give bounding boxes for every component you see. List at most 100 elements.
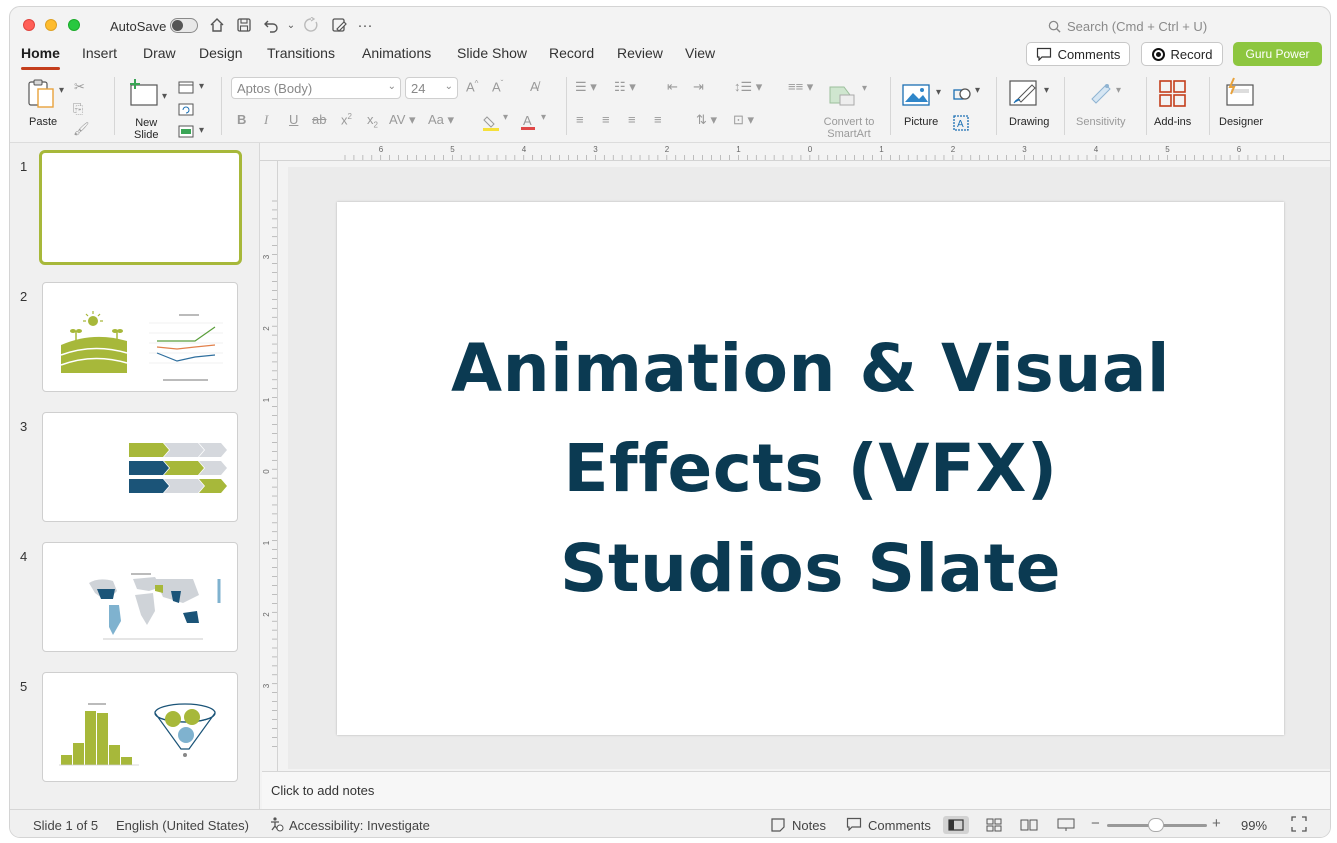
current-slide[interactable]: Animation & Visual Effects (VFX) Studios…	[337, 202, 1284, 735]
character-spacing-icon[interactable]: AV ▾	[389, 112, 416, 128]
smartart-dropdown-icon[interactable]: ▾	[862, 83, 867, 94]
decrease-font-icon[interactable]: Aˇ	[492, 79, 503, 94]
change-case-icon[interactable]: Aa ▾	[428, 112, 454, 128]
layout-icon[interactable]	[178, 81, 196, 98]
bullets-icon[interactable]: ☰ ▾	[575, 79, 597, 95]
font-size-select[interactable]: 24 ⌄	[405, 77, 458, 99]
paste-icon[interactable]	[25, 77, 57, 112]
tab-slide-show[interactable]: Slide Show	[457, 45, 527, 67]
text-box-icon[interactable]: A	[953, 115, 969, 134]
text-direction-icon[interactable]: ⇅ ▾	[696, 112, 717, 128]
save-icon[interactable]	[235, 16, 253, 34]
designer-icon[interactable]	[1224, 77, 1256, 112]
undo-dropdown-icon[interactable]: ⌄	[282, 16, 300, 34]
zoom-slider-handle[interactable]	[1148, 818, 1164, 832]
highlight-dropdown-icon[interactable]: ▾	[503, 112, 508, 123]
search-box[interactable]: Search (Cmd + Ctrl + U)	[1048, 19, 1207, 34]
numbering-icon[interactable]: ☷ ▾	[614, 79, 636, 95]
section-icon[interactable]	[178, 125, 196, 142]
new-slide-icon[interactable]	[127, 77, 159, 110]
shapes-icon[interactable]	[953, 85, 973, 106]
slide-show-button[interactable]	[1053, 816, 1079, 834]
sensitivity-icon[interactable]	[1086, 79, 1114, 110]
slide-title[interactable]: Animation & Visual Effects (VFX) Studios…	[431, 319, 1191, 619]
customize-toolbar-icon[interactable]	[330, 16, 348, 34]
autosave-toggle[interactable]	[170, 18, 198, 33]
font-color-icon[interactable]: A	[520, 113, 536, 134]
decrease-indent-icon[interactable]: ⇤	[667, 79, 678, 95]
smartart-icon[interactable]	[828, 83, 856, 110]
home-icon[interactable]	[208, 16, 226, 34]
underline-icon[interactable]: U	[289, 112, 298, 127]
slide-thumbnail-4[interactable]	[42, 542, 238, 652]
slide-thumbnail-2[interactable]	[42, 282, 238, 392]
increase-font-icon[interactable]: A^	[466, 79, 478, 94]
strikethrough-icon[interactable]: ab	[312, 112, 326, 127]
comments-toggle[interactable]: Comments	[868, 818, 931, 833]
format-painter-icon[interactable]: 🖌	[73, 121, 90, 137]
more-options-icon[interactable]: ···	[356, 16, 374, 34]
align-text-icon[interactable]: ⊡ ▾	[733, 112, 754, 128]
new-slide-dropdown-icon[interactable]: ▾	[162, 91, 167, 102]
slide-thumbnail-5[interactable]	[42, 672, 238, 782]
notes-pane[interactable]: Click to add notes	[262, 771, 1330, 809]
increase-indent-icon[interactable]: ⇥	[693, 79, 704, 95]
tab-view[interactable]: View	[685, 45, 715, 67]
cut-icon[interactable]: ✂	[74, 79, 85, 95]
accessibility-status[interactable]: Accessibility: Investigate	[289, 818, 430, 833]
highlight-icon[interactable]	[482, 115, 500, 134]
redo-icon[interactable]	[302, 16, 320, 34]
drawing-icon[interactable]	[1008, 77, 1040, 112]
columns-icon[interactable]: ≡≡ ▾	[788, 79, 813, 95]
shapes-dropdown-icon[interactable]: ▾	[975, 85, 980, 96]
language-status[interactable]: English (United States)	[116, 818, 249, 833]
clear-formatting-icon[interactable]: A̸	[530, 79, 539, 94]
slide-sorter-button[interactable]	[981, 816, 1007, 834]
zoom-out-icon[interactable]: −	[1091, 815, 1100, 832]
close-window-button[interactable]	[23, 19, 35, 31]
sensitivity-dropdown-icon[interactable]: ▾	[1116, 85, 1121, 96]
align-center-icon[interactable]: ≡	[602, 112, 610, 127]
record-button[interactable]: Record	[1141, 42, 1223, 66]
tab-review[interactable]: Review	[617, 45, 663, 67]
reading-view-button[interactable]	[1016, 816, 1042, 834]
align-right-icon[interactable]: ≡	[628, 112, 636, 127]
drawing-dropdown-icon[interactable]: ▾	[1044, 85, 1049, 96]
tab-animations[interactable]: Animations	[362, 45, 431, 67]
minimize-window-button[interactable]	[45, 19, 57, 31]
font-color-dropdown-icon[interactable]: ▾	[541, 112, 546, 123]
layout-dropdown-icon[interactable]: ▾	[199, 81, 204, 92]
maximize-window-button[interactable]	[68, 19, 80, 31]
justify-icon[interactable]: ≡	[654, 112, 662, 127]
picture-dropdown-icon[interactable]: ▾	[936, 87, 941, 98]
paste-dropdown-icon[interactable]: ▾	[59, 85, 64, 96]
picture-icon[interactable]	[902, 83, 932, 110]
tab-design[interactable]: Design	[199, 45, 243, 67]
subscript-icon[interactable]: x2	[367, 112, 378, 130]
zoom-in-icon[interactable]: +	[1212, 815, 1221, 832]
zoom-level[interactable]: 99%	[1241, 818, 1267, 833]
section-dropdown-icon[interactable]: ▾	[199, 125, 204, 136]
tab-insert[interactable]: Insert	[82, 45, 117, 67]
guru-power-button[interactable]: Guru Power	[1233, 42, 1322, 66]
align-left-icon[interactable]: ≡	[576, 112, 584, 127]
comments-button[interactable]: Comments	[1026, 42, 1130, 66]
bold-icon[interactable]: B	[237, 112, 246, 127]
fit-to-window-icon[interactable]	[1291, 816, 1307, 835]
italic-icon[interactable]: I	[264, 112, 268, 128]
add-ins-icon[interactable]	[1158, 79, 1188, 112]
tab-transitions[interactable]: Transitions	[267, 45, 335, 67]
slide-thumbnail-3[interactable]	[42, 412, 238, 522]
tab-draw[interactable]: Draw	[143, 45, 176, 67]
undo-icon[interactable]	[262, 16, 280, 34]
reset-slide-icon[interactable]	[178, 103, 196, 120]
font-name-select[interactable]: Aptos (Body) ⌄	[231, 77, 401, 99]
notes-toggle[interactable]: Notes	[792, 818, 826, 833]
superscript-icon[interactable]: x2	[341, 112, 352, 127]
tab-home[interactable]: Home	[21, 45, 60, 70]
copy-icon[interactable]: ⎘	[73, 101, 83, 117]
normal-view-button[interactable]	[943, 816, 969, 834]
line-spacing-icon[interactable]: ↕☰ ▾	[734, 79, 762, 95]
tab-record[interactable]: Record	[549, 45, 594, 67]
slide-thumbnail-1[interactable]	[39, 150, 242, 265]
